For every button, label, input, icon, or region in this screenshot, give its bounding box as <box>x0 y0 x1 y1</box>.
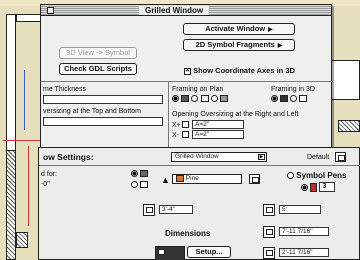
symbol-fragments-button[interactable]: 2D Symbol Fragments ▶ <box>183 39 295 51</box>
placement-options-2[interactable] <box>131 181 148 189</box>
x-plus-icon <box>182 121 189 128</box>
framing-on-plan-label: Framing on Plan <box>172 86 224 93</box>
triangle-right-icon: ▶ <box>258 154 265 160</box>
x-plus-field[interactable]: A=2" <box>192 120 244 129</box>
checkbox-icon: ✕ <box>184 67 191 75</box>
oversizing-top-bottom-field[interactable] <box>43 117 163 126</box>
framing-3d-radio-1[interactable] <box>271 95 278 102</box>
red-plan-line-vertical <box>28 146 29 226</box>
wall-hatched-corner <box>16 232 28 248</box>
frame-style-icon <box>220 95 229 103</box>
palette-vdivider <box>168 81 169 155</box>
pen-number-field[interactable]: 3 <box>319 182 336 192</box>
framing-in-3d-label: Framing in 3D <box>271 86 315 93</box>
frame-thickness-field[interactable] <box>43 95 163 104</box>
palette-divider <box>41 81 333 82</box>
material-lock-icon[interactable] <box>249 174 260 184</box>
default-label: Default <box>307 154 330 161</box>
symbol-pens-radio[interactable] <box>287 172 294 180</box>
framing-plan-radio-3[interactable] <box>210 95 218 103</box>
grilled-window-titlebar[interactable]: Grilled Window <box>41 5 331 16</box>
used-for-label: d for: <box>41 171 57 178</box>
preview-icon <box>155 246 185 260</box>
check-gdl-scripts-button[interactable]: Check GDL Scripts <box>59 63 137 75</box>
settings-title: ow Settings: <box>43 152 94 162</box>
default-icon[interactable] <box>335 152 346 162</box>
close-box-icon[interactable] <box>47 7 54 14</box>
triangle-right-icon: ▶ <box>277 43 283 49</box>
placement-icon <box>139 170 148 177</box>
width-field[interactable]: 3'-4" <box>159 205 193 214</box>
frame-style-icon <box>181 95 190 103</box>
elevation-icon-1 <box>263 226 275 238</box>
elevation-field-1[interactable]: 7'-11 7/16" <box>279 227 329 236</box>
elevation-field-2[interactable]: 2'-11 7/16" <box>279 248 329 257</box>
symbol-fragments-label: 2D Symbol Fragments <box>195 40 275 49</box>
x-minus-label: X- <box>172 132 179 139</box>
frame-style-icon <box>200 95 209 103</box>
symbol-pens-option[interactable]: Symbol Pens <box>287 172 346 180</box>
framing-plan-radio-1[interactable] <box>172 95 179 103</box>
oversizing-top-bottom-label: versizing at the Top and Bottom <box>43 108 141 115</box>
pen-radio[interactable] <box>301 183 308 191</box>
red-plan-line <box>3 140 43 141</box>
framing-plan-radio-2[interactable] <box>191 95 199 103</box>
oversizing-lr-label: Opening Oversizing at the Right and Left <box>172 111 299 118</box>
object-name-label: Grilled Window <box>175 153 219 160</box>
x-plus-label: X+ <box>172 122 181 129</box>
activate-window-button[interactable]: Activate Window ▶ <box>183 23 295 35</box>
pen-icon <box>310 182 318 192</box>
grilled-window-palette: Grilled Window Activate Window ▶ 2D Symbo… <box>40 4 333 155</box>
placement-radio-1[interactable] <box>131 170 138 177</box>
window-settings-dialog: ow Settings: Grilled Window ▶ Default d … <box>38 147 360 260</box>
view-to-symbol-button[interactable]: 3D View -> Symbol <box>59 47 137 59</box>
framing-in-3d-options[interactable] <box>271 95 307 103</box>
material-popup[interactable]: Pine <box>172 174 242 184</box>
wall-left <box>6 14 16 154</box>
frame-3d-icon <box>279 95 288 102</box>
triangle-right-icon: ▶ <box>268 27 273 33</box>
placement-options[interactable] <box>131 170 148 178</box>
wall-right <box>330 60 360 100</box>
pen-picker[interactable]: 3 <box>301 182 336 192</box>
grilled-window-title: Grilled Window <box>139 6 210 15</box>
x-minus-field[interactable]: A=2" <box>192 130 244 139</box>
blue-plan-line <box>24 70 25 130</box>
setup-button[interactable]: Setup... <box>187 246 231 258</box>
show-axes-label: Show Coordinate Axes in 3D <box>193 66 295 75</box>
wall-hatched-right <box>338 120 360 132</box>
elevation-icon-2 <box>263 247 275 259</box>
show-axes-checkbox[interactable]: ✕ Show Coordinate Axes in 3D <box>184 67 295 75</box>
framing-on-plan-options[interactable] <box>172 95 229 103</box>
object-name-popup[interactable]: Grilled Window ▶ <box>171 152 267 162</box>
placement-radio-2[interactable] <box>131 181 138 188</box>
framing-3d-radio-2[interactable] <box>289 95 297 102</box>
wall-hatched-left <box>6 150 16 260</box>
symbol-pens-label: Symbol Pens <box>296 171 347 180</box>
x-minus-icon <box>182 131 189 138</box>
placement-icon <box>139 181 148 188</box>
width-icon <box>143 204 155 216</box>
dimension-value-label: -0" <box>41 181 50 188</box>
material-swatch <box>176 175 184 182</box>
material-label: Pine <box>185 175 199 183</box>
frame-3d-icon <box>298 95 307 102</box>
dimensions-label: Dimensions <box>165 229 211 238</box>
height-icon <box>263 204 275 216</box>
frame-thickness-label: me Thickness <box>43 86 87 93</box>
height-field[interactable]: 5' <box>279 205 321 214</box>
material-icon: ▲ <box>161 175 170 185</box>
settings-divider <box>39 165 360 166</box>
activate-window-label: Activate Window <box>205 24 266 33</box>
